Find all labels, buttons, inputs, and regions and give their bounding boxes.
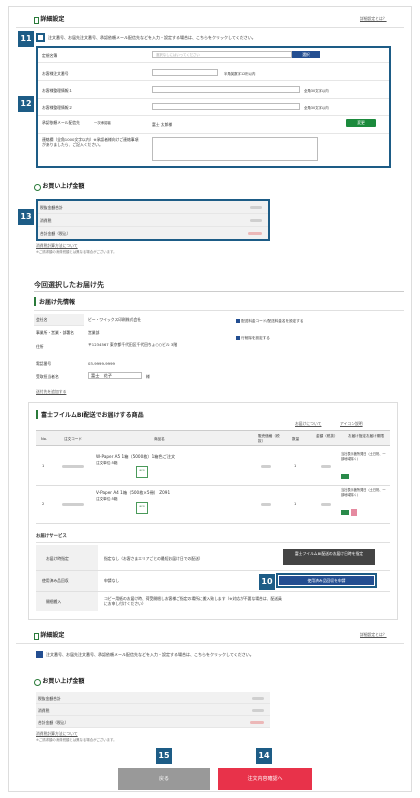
yen-circle-icon bbox=[34, 678, 41, 686]
remarks-textarea[interactable] bbox=[152, 137, 318, 161]
tax-note-2: ※ご請求額の消費税額とは異なる場合がございます。 bbox=[36, 738, 117, 742]
purchase-header: お買い上げ金額 bbox=[34, 181, 84, 191]
memo2-hint: 全角30文字以内 bbox=[304, 106, 329, 110]
detail-help-link[interactable]: 詳細設定とは？ bbox=[360, 16, 387, 22]
tax-note: ※ご請求額の消費税額とは異なる場合がございます。 bbox=[36, 250, 117, 254]
remarks-label: 連絡欄（全角1000文字以内）※承認者様向けご連絡事項がありましたら、ご記入くだ… bbox=[42, 137, 139, 147]
detail2-toggle[interactable] bbox=[36, 651, 43, 658]
tax-label: 消費税 bbox=[40, 218, 52, 223]
company-label: 会社名 bbox=[36, 317, 48, 322]
unpack-value: コピー用紙のお届け時、荷受開梱しお客様ご指定の場所に搬入致します（※対応が不要な… bbox=[104, 596, 282, 606]
approver-label: 承認依頼メール配信先 bbox=[42, 120, 80, 125]
dept-label: 事業所・営業・部署名 bbox=[36, 330, 74, 335]
order-no-input[interactable] bbox=[152, 69, 218, 76]
address-label: 住所 bbox=[36, 344, 44, 349]
file-name-input[interactable]: 選択なしにはいってください bbox=[152, 51, 292, 58]
callout-14: 14 bbox=[256, 748, 272, 764]
callout-10: 10 bbox=[259, 574, 275, 590]
detail-form: 定規名簿 選択なしにはいってください 選択 お客様注文番号 半角英数字12桁以内… bbox=[36, 46, 391, 168]
add-destination-link[interactable]: 送付先を追加する bbox=[36, 389, 66, 395]
document-icon bbox=[34, 16, 39, 24]
col-no: No. bbox=[41, 437, 47, 441]
recipient-suffix: 様 bbox=[146, 374, 150, 379]
purchase2-header: お買い上げ金額 bbox=[34, 676, 84, 686]
total-label: 合計金額（税込） bbox=[40, 231, 71, 236]
memo1-label: お客様整理情報１ bbox=[42, 88, 73, 93]
back-button[interactable]: 戻る bbox=[118, 768, 210, 790]
callout-15: 15 bbox=[156, 748, 172, 764]
order-no-hint: 半角英数字12桁以内 bbox=[224, 72, 256, 76]
col-code: 注文コード bbox=[64, 437, 82, 441]
detail-toggle-checkbox[interactable] bbox=[36, 33, 45, 42]
delivery-about-link[interactable]: お届けについて bbox=[295, 421, 321, 427]
recipient-input[interactable]: 富士 花子 bbox=[88, 372, 142, 379]
memo2-label: お客様整理情報２ bbox=[42, 105, 73, 110]
purchase-title: お買い上げ金額 bbox=[42, 183, 85, 190]
change-button[interactable]: 変更 bbox=[346, 119, 376, 127]
detail2-toggle-text: 注文番号、お届先注文番号、承認依頼メール配信先などを入力・設定する場合は、こちら… bbox=[46, 652, 254, 657]
callout-13: 13 bbox=[18, 209, 34, 225]
product-name-link[interactable]: V-Paper A4 1箱（500枚×5冊） Z091 bbox=[96, 490, 170, 496]
subtotal-label: 税抜金額合計 bbox=[40, 205, 63, 210]
approver-name: 富士 太郎様 bbox=[152, 122, 173, 127]
detail-header: 詳細設定 bbox=[34, 14, 64, 24]
yen-circle-icon bbox=[34, 183, 41, 191]
unpack-label: 開梱搬入 bbox=[46, 599, 62, 604]
phone-value: 03-9999-9999 bbox=[88, 361, 115, 366]
col-price: 販売価格（税抜） bbox=[258, 434, 280, 443]
services-title: お届けサービス bbox=[36, 534, 67, 539]
icon-legend-link[interactable]: アイコン説明 bbox=[340, 421, 363, 427]
company-value: ピー・ワイックス印刷株式会社 bbox=[88, 317, 142, 322]
collect-label: 使用済み品回収 bbox=[42, 578, 69, 583]
select-button[interactable]: 選択 bbox=[292, 51, 320, 58]
delivery-title: 今回選択したお届け先 bbox=[34, 281, 104, 289]
document-icon bbox=[34, 632, 39, 640]
recipient-label: 受取担当者名 bbox=[36, 374, 59, 379]
collect-request-button[interactable]: 使用済み品回収を申請 bbox=[279, 576, 374, 585]
detail2-help-link[interactable]: 詳細設定とは？ bbox=[360, 632, 387, 638]
approver-sub: 一次承認者 bbox=[94, 121, 111, 125]
delivery-datetime-button[interactable]: 富士フイルムBI配送のお届け日時を指定 bbox=[283, 549, 375, 565]
truck-icon bbox=[341, 510, 349, 515]
col-amount: 金額（税抜） bbox=[316, 434, 338, 438]
purchase-table: 税抜金額合計 消費税 合計金額（税込） bbox=[36, 199, 270, 241]
products-title: 富士フイルムBI配送でお届けする商品 bbox=[36, 410, 144, 419]
detail2-header: 詳細設定 bbox=[34, 630, 64, 640]
purchase2-table: 税抜金額合計 消費税 合計金額（税込） bbox=[36, 692, 270, 728]
collect-value: 申請なし bbox=[104, 578, 120, 583]
recycle-icon bbox=[351, 509, 357, 516]
memo1-hint: 全角30文字以内 bbox=[304, 89, 329, 93]
delivery-table: 会社名 ピー・ワイックス印刷株式会社 事業所・営業・部署名 営業部 住所 〒12… bbox=[34, 314, 229, 386]
dept-value: 営業部 bbox=[88, 330, 100, 335]
service-time-value: 指定なし（お客さまエリアごとの最短お届け日での配送） bbox=[104, 556, 203, 561]
address-value: 〒1234567 東京都千代田区千代田ちょ○○ビル 3階 bbox=[88, 342, 178, 347]
detail-title: 詳細設定 bbox=[40, 16, 65, 23]
confirm-order-button[interactable]: 注文内容確認へ bbox=[218, 768, 312, 790]
memo2-input[interactable] bbox=[152, 103, 300, 110]
product-name-link[interactable]: W-Paper A5 1箱（5000枚）1箱色ご注文 bbox=[96, 454, 175, 460]
products-header-row: No. 注文コード 商品名 販売価格（税抜） 数量 金額（税抜） お届け指定お届… bbox=[36, 430, 390, 446]
service-time-label: お届け時指定 bbox=[46, 556, 69, 561]
col-delivery: お届け指定お届け期限 bbox=[348, 434, 384, 438]
eco-icon: eco bbox=[136, 466, 148, 478]
side-link-2[interactable]: 行削除を設定する bbox=[236, 336, 270, 341]
phone-label: 電話番号 bbox=[36, 361, 52, 366]
delivery-sub: お届け先情報 bbox=[34, 297, 75, 306]
eco-icon: eco bbox=[136, 502, 148, 514]
file-name-label: 定規名簿 bbox=[42, 53, 58, 58]
product-row: 2 V-Paper A4 1箱（500枚×5冊） Z091 注文単位:5箱 ec… bbox=[36, 486, 390, 524]
memo1-input[interactable] bbox=[152, 86, 300, 93]
callout-11: 11 bbox=[18, 31, 34, 47]
col-name: 商品名 bbox=[154, 437, 165, 441]
product-row: 1 W-Paper A5 1箱（5000枚）1箱色ご注文 注文単位:5箱 eco… bbox=[36, 446, 390, 486]
callout-12: 12 bbox=[18, 96, 34, 112]
col-qty: 数量 bbox=[292, 437, 300, 441]
detail-toggle-text: 注文番号、お届先注文番号、承認依頼メール配信先などを入力・設定する場合は、こちら… bbox=[48, 35, 256, 40]
side-link-1[interactable]: 配送料金コード/配送料金名を設定する bbox=[236, 319, 303, 324]
order-no-label: お客様注文番号 bbox=[42, 71, 69, 76]
truck-icon bbox=[341, 474, 349, 479]
